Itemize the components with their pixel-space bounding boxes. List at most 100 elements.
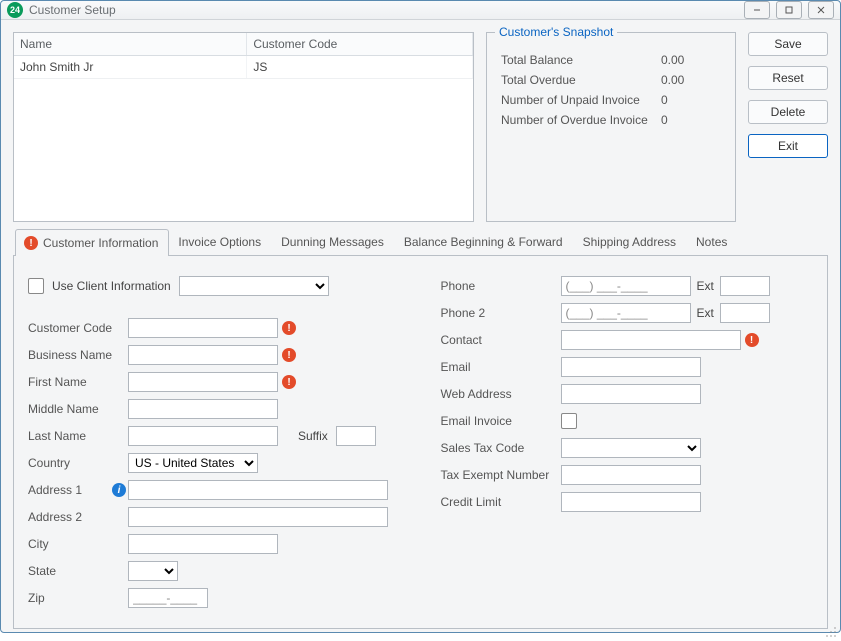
suffix-input[interactable] <box>336 426 376 446</box>
middle-name-input[interactable] <box>128 399 278 419</box>
titlebar: 24 Customer Setup <box>1 1 840 20</box>
tab-customer-information[interactable]: ! Customer Information <box>15 229 169 256</box>
grid-header-code: Customer Code <box>247 33 473 55</box>
minimize-button[interactable] <box>744 1 770 19</box>
alert-icon: ! <box>24 236 38 250</box>
alert-icon: ! <box>282 375 296 389</box>
action-buttons: Save Reset Delete Exit <box>748 32 828 222</box>
window-title: Customer Setup <box>29 3 744 17</box>
snapshot-panel: Customer's Snapshot Total Balance 0.00 T… <box>486 32 736 222</box>
grid-header-name: Name <box>14 33 247 55</box>
total-balance-label: Total Balance <box>501 53 661 67</box>
tab-panel-customer-information: Use Client Information Customer Code ! B… <box>13 255 828 629</box>
city-label: City <box>28 537 128 551</box>
city-input[interactable] <box>128 534 278 554</box>
state-select[interactable] <box>128 561 178 581</box>
email-invoice-checkbox[interactable] <box>561 413 577 429</box>
tax-exempt-input[interactable] <box>561 465 701 485</box>
phone-input[interactable] <box>561 276 691 296</box>
credit-limit-label: Credit Limit <box>441 495 561 509</box>
overdue-count-label: Number of Overdue Invoice <box>501 113 661 127</box>
email-invoice-label: Email Invoice <box>441 414 561 428</box>
credit-limit-input[interactable] <box>561 492 701 512</box>
alert-icon: ! <box>282 348 296 362</box>
total-overdue-label: Total Overdue <box>501 73 661 87</box>
country-label: Country <box>28 456 128 470</box>
contact-input[interactable] <box>561 330 741 350</box>
middle-name-label: Middle Name <box>28 402 128 416</box>
address2-label: Address 2 <box>28 510 128 524</box>
tabs-container: ! Customer Information Invoice Options D… <box>13 228 828 629</box>
close-button[interactable] <box>808 1 834 19</box>
top-row: Name Customer Code John Smith Jr JS Cust… <box>13 32 828 222</box>
form-right-column: Phone Ext Phone 2 Ext Contact ! <box>441 270 814 614</box>
phone2-ext-input[interactable] <box>720 303 770 323</box>
web-label: Web Address <box>441 387 561 401</box>
tab-shipping-address[interactable]: Shipping Address <box>574 228 687 255</box>
exit-button[interactable]: Exit <box>748 134 828 158</box>
phone-label: Phone <box>441 279 561 293</box>
resize-grip[interactable] <box>825 626 837 638</box>
maximize-button[interactable] <box>776 1 802 19</box>
tab-label: Customer Information <box>43 236 158 250</box>
use-client-info-checkbox[interactable] <box>28 278 44 294</box>
client-select[interactable] <box>179 276 329 296</box>
client-area: Name Customer Code John Smith Jr JS Cust… <box>1 20 840 641</box>
address1-input[interactable] <box>128 480 388 500</box>
tax-exempt-label: Tax Exempt Number <box>441 468 561 482</box>
reset-button[interactable]: Reset <box>748 66 828 90</box>
save-button[interactable]: Save <box>748 32 828 56</box>
form-left-column: Use Client Information Customer Code ! B… <box>28 270 401 614</box>
phone2-ext-label: Ext <box>697 306 714 320</box>
last-name-input[interactable] <box>128 426 278 446</box>
first-name-input[interactable] <box>128 372 278 392</box>
phone2-input[interactable] <box>561 303 691 323</box>
address2-input[interactable] <box>128 507 388 527</box>
phone-ext-label: Ext <box>697 279 714 293</box>
web-input[interactable] <box>561 384 701 404</box>
sales-tax-label: Sales Tax Code <box>441 441 561 455</box>
window: 24 Customer Setup Name Customer Code Jo <box>0 0 841 633</box>
email-label: Email <box>441 360 561 374</box>
total-overdue-value: 0.00 <box>661 73 684 87</box>
alert-icon: ! <box>745 333 759 347</box>
first-name-label: First Name <box>28 375 128 389</box>
snapshot-legend: Customer's Snapshot <box>495 25 617 39</box>
phone-ext-input[interactable] <box>720 276 770 296</box>
last-name-label: Last Name <box>28 429 128 443</box>
table-row[interactable]: John Smith Jr JS <box>14 56 473 79</box>
unpaid-count-label: Number of Unpaid Invoice <box>501 93 661 107</box>
business-name-label: Business Name <box>28 348 128 362</box>
sales-tax-select[interactable] <box>561 438 701 458</box>
country-select[interactable]: US - United States <box>128 453 258 473</box>
tab-balance[interactable]: Balance Beginning & Forward <box>395 228 574 255</box>
zip-label: Zip <box>28 591 128 605</box>
business-name-input[interactable] <box>128 345 278 365</box>
delete-button[interactable]: Delete <box>748 100 828 124</box>
customers-grid[interactable]: Name Customer Code John Smith Jr JS <box>13 32 474 222</box>
cell-code: JS <box>247 56 473 78</box>
customer-code-input[interactable] <box>128 318 278 338</box>
grid-header: Name Customer Code <box>14 33 473 56</box>
state-label: State <box>28 564 128 578</box>
zip-input[interactable] <box>128 588 208 608</box>
email-input[interactable] <box>561 357 701 377</box>
app-icon: 24 <box>7 2 23 18</box>
total-balance-value: 0.00 <box>661 53 684 67</box>
overdue-count-value: 0 <box>661 113 668 127</box>
contact-label: Contact <box>441 333 561 347</box>
window-controls <box>744 1 834 19</box>
tab-notes[interactable]: Notes <box>687 228 738 255</box>
info-icon: i <box>112 483 126 497</box>
phone2-label: Phone 2 <box>441 306 561 320</box>
address1-label: Address 1 <box>28 483 112 497</box>
tab-invoice-options[interactable]: Invoice Options <box>169 228 272 255</box>
use-client-info-label: Use Client Information <box>52 279 171 293</box>
customer-code-label: Customer Code <box>28 321 128 335</box>
alert-icon: ! <box>282 321 296 335</box>
cell-name: John Smith Jr <box>14 56 247 78</box>
tab-strip: ! Customer Information Invoice Options D… <box>13 228 828 255</box>
tab-dunning-messages[interactable]: Dunning Messages <box>272 228 395 255</box>
unpaid-count-value: 0 <box>661 93 668 107</box>
suffix-label: Suffix <box>298 429 328 443</box>
